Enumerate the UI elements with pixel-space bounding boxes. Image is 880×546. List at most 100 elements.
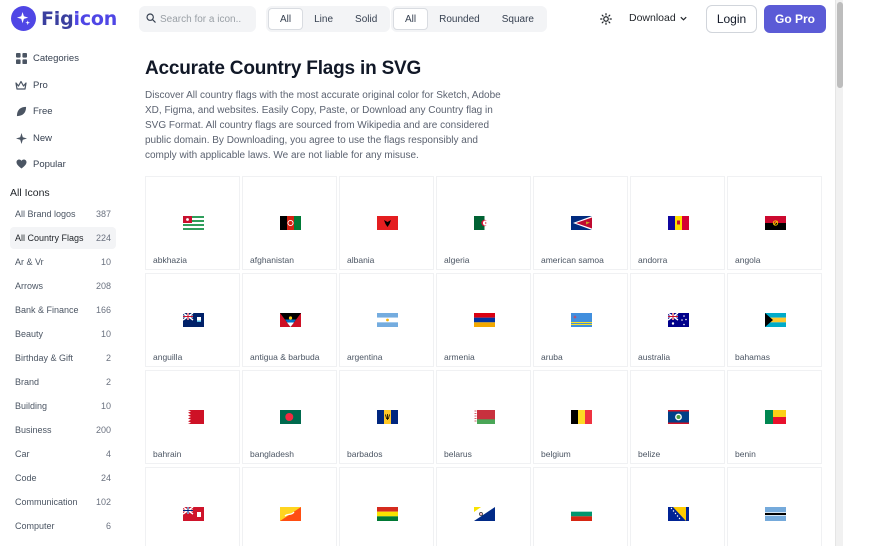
- flag-tile[interactable]: argentina: [339, 273, 434, 367]
- belgium-flag-icon: [571, 410, 592, 424]
- download-menu[interactable]: Download: [629, 12, 688, 24]
- sidebar-category-item[interactable]: Arrows 208: [10, 275, 116, 297]
- shape-filter-square[interactable]: Square: [491, 8, 545, 30]
- page-description: Discover All country flags with the most…: [145, 90, 501, 161]
- category-label: Ar & Vr: [15, 257, 44, 267]
- sidebar-category-item[interactable]: Birthday & Gift 2: [10, 347, 116, 369]
- grid-icon: [15, 52, 27, 64]
- sidebar-category-item[interactable]: Code 24: [10, 467, 116, 489]
- flag-tile[interactable]: angola: [727, 176, 822, 270]
- go-pro-button[interactable]: Go Pro: [764, 5, 826, 33]
- style-filter-all[interactable]: All: [268, 8, 304, 30]
- flag-name: belarus: [444, 449, 472, 459]
- search-input[interactable]: [160, 13, 252, 25]
- category-label: Building: [15, 401, 48, 411]
- page-scrollbar[interactable]: [835, 0, 843, 546]
- bolivia-flag-icon: [377, 507, 398, 521]
- flag-tile[interactable]: abkhazia: [145, 176, 240, 270]
- flag-name: albania: [347, 255, 375, 265]
- botswana-flag-icon: [765, 507, 786, 521]
- shape-filter-group: All Rounded Square: [391, 6, 547, 32]
- flag-tile[interactable]: [145, 467, 240, 546]
- shape-filter-all[interactable]: All: [393, 8, 429, 30]
- flag-tile[interactable]: belize: [630, 370, 725, 464]
- flag-tile[interactable]: barbados: [339, 370, 434, 464]
- logo-text: Figicon: [41, 7, 118, 30]
- logo[interactable]: Figicon: [11, 6, 117, 31]
- category-label: Communication: [15, 497, 78, 507]
- page-title: Accurate Country Flags in SVG: [145, 58, 422, 79]
- flag-tile[interactable]: aruba: [533, 273, 628, 367]
- category-count: 2: [105, 377, 111, 387]
- flag-tile[interactable]: bangladesh: [242, 370, 337, 464]
- category-count: 10: [100, 401, 111, 411]
- bahrain-flag-icon: [183, 410, 204, 424]
- sidebar-category-item[interactable]: Beauty 10: [10, 323, 116, 345]
- flag-tile[interactable]: algeria: [436, 176, 531, 270]
- theme-toggle-button[interactable]: [598, 11, 614, 27]
- flag-tile[interactable]: australia: [630, 273, 725, 367]
- login-button[interactable]: Login: [706, 5, 757, 33]
- sidebar-category-item[interactable]: Ar & Vr 10: [10, 251, 116, 273]
- flag-tile[interactable]: armenia: [436, 273, 531, 367]
- flag-tile[interactable]: [533, 467, 628, 546]
- sidebar-category-item[interactable]: All Country Flags 224: [10, 227, 116, 249]
- flag-name: anguilla: [153, 352, 183, 362]
- antigua-barbuda-flag-icon: [280, 313, 301, 327]
- armenia-flag-icon: [474, 313, 495, 327]
- flag-tile[interactable]: anguilla: [145, 273, 240, 367]
- flag-name: australia: [638, 352, 671, 362]
- flag-name: antigua & barbuda: [250, 352, 320, 362]
- search-box[interactable]: [139, 6, 256, 32]
- flag-tile[interactable]: andorra: [630, 176, 725, 270]
- sidebar-category-item[interactable]: Bank & Finance 166: [10, 299, 116, 321]
- flag-tile[interactable]: [242, 467, 337, 546]
- flag-tile[interactable]: bahrain: [145, 370, 240, 464]
- sidebar-item-pro[interactable]: Pro: [15, 79, 48, 91]
- flag-tile[interactable]: american samoa: [533, 176, 628, 270]
- flag-name: aruba: [541, 352, 563, 362]
- sidebar-item-popular[interactable]: Popular: [15, 158, 66, 170]
- shape-filter-rounded[interactable]: Rounded: [428, 8, 491, 30]
- flag-name: bahamas: [735, 352, 770, 362]
- category-count: 10: [100, 257, 111, 267]
- category-count: 387: [95, 209, 111, 219]
- sidebar-item-categories[interactable]: Categories: [15, 52, 79, 64]
- category-count: 2: [105, 353, 111, 363]
- flag-tile[interactable]: [339, 467, 434, 546]
- flag-tile[interactable]: afghanistan: [242, 176, 337, 270]
- flag-name: afghanistan: [250, 255, 294, 265]
- style-filter-line[interactable]: Line: [303, 8, 344, 30]
- sidebar-item-free[interactable]: Free: [15, 105, 53, 117]
- flag-name: algeria: [444, 255, 470, 265]
- style-filter-solid[interactable]: Solid: [344, 8, 388, 30]
- flag-tile[interactable]: antigua & barbuda: [242, 273, 337, 367]
- flag-tile[interactable]: albania: [339, 176, 434, 270]
- sidebar-category-item[interactable]: Brand 2: [10, 371, 116, 393]
- flag-tile[interactable]: [436, 467, 531, 546]
- sidebar-item-new[interactable]: New: [15, 132, 52, 144]
- flag-tile[interactable]: bahamas: [727, 273, 822, 367]
- category-label: Arrows: [15, 281, 44, 291]
- flag-name: bangladesh: [250, 449, 294, 459]
- flag-tile[interactable]: benin: [727, 370, 822, 464]
- window-margin: [843, 0, 880, 546]
- sidebar-category-item[interactable]: Building 10: [10, 395, 116, 417]
- flag-tile[interactable]: belgium: [533, 370, 628, 464]
- flag-tile[interactable]: bosnia &: [630, 467, 725, 546]
- category-count: 102: [95, 497, 111, 507]
- andorra-flag-icon: [668, 216, 689, 230]
- search-icon: [146, 10, 156, 28]
- anguilla-flag-icon: [183, 313, 204, 327]
- sidebar-category-item[interactable]: Business 200: [10, 419, 116, 441]
- flag-tile[interactable]: [727, 467, 822, 546]
- benin-flag-icon: [765, 410, 786, 424]
- sidebar-category-item[interactable]: Car 4: [10, 443, 116, 465]
- sidebar-category-item[interactable]: Computer 6: [10, 515, 116, 537]
- argentina-flag-icon: [377, 313, 398, 327]
- sidebar-category-item[interactable]: All Brand logos 387: [10, 203, 116, 225]
- sidebar-category-item[interactable]: Communication 102: [10, 491, 116, 513]
- category-label: Brand: [15, 377, 40, 387]
- flag-tile[interactable]: belarus: [436, 370, 531, 464]
- crown-icon: [15, 79, 27, 91]
